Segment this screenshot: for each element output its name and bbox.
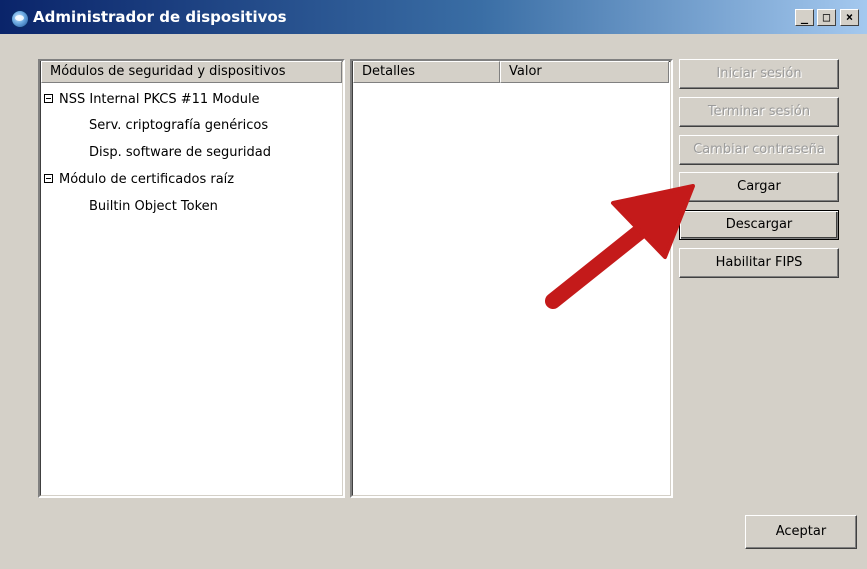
app-globe-icon: [11, 10, 29, 28]
details-column-header[interactable]: Detalles: [353, 61, 500, 83]
value-column-header[interactable]: Valor: [500, 61, 669, 83]
minimize-button[interactable]: _: [795, 9, 814, 26]
enable-fips-button-label: Habilitar FIPS: [715, 255, 803, 270]
login-button[interactable]: Iniciar sesión: [679, 59, 839, 89]
ok-button-label: Aceptar: [775, 524, 827, 539]
title-bar[interactable]: Administrador de dispositivos _ □ ×: [0, 0, 867, 34]
modules-column-header-label: Módulos de seguridad y dispositivos: [50, 64, 286, 79]
change-password-button[interactable]: Cambiar contraseña: [679, 135, 839, 165]
tree-item-label: Disp. software de seguridad: [89, 145, 271, 160]
unload-button[interactable]: Descargar: [679, 210, 839, 240]
window-title: Administrador de dispositivos: [33, 8, 287, 26]
modules-tree-panel[interactable]: Módulos de seguridad y dispositivos NSS …: [38, 59, 345, 498]
collapse-toggle-icon[interactable]: [44, 94, 53, 103]
load-button[interactable]: Cargar: [679, 172, 839, 202]
tree-item-builtin-object-token[interactable]: Builtin Object Token: [89, 195, 218, 219]
logout-button-label: Terminar sesión: [707, 104, 811, 119]
value-column-header-label: Valor: [509, 64, 542, 79]
maximize-button[interactable]: □: [817, 9, 836, 26]
login-button-label: Iniciar sesión: [716, 66, 802, 81]
load-button-label: Cargar: [737, 179, 781, 194]
tree-item-crypto-services[interactable]: Serv. criptografía genéricos: [89, 114, 268, 138]
details-panel[interactable]: Detalles Valor: [350, 59, 673, 498]
details-column-header-label: Detalles: [362, 64, 416, 79]
tree-item-software-security-device[interactable]: Disp. software de seguridad: [89, 141, 271, 165]
enable-fips-button[interactable]: Habilitar FIPS: [679, 248, 839, 278]
unload-button-label: Descargar: [725, 217, 793, 232]
collapse-toggle-icon[interactable]: [44, 174, 53, 183]
logout-button[interactable]: Terminar sesión: [679, 97, 839, 127]
close-button[interactable]: ×: [840, 9, 859, 26]
modules-column-header[interactable]: Módulos de seguridad y dispositivos: [41, 61, 342, 83]
tree-item-label: Serv. criptografía genéricos: [89, 118, 269, 133]
tree-item-label: Módulo de certificados raíz: [59, 172, 235, 187]
tree-item-label: NSS Internal PKCS #11 Module: [59, 92, 260, 107]
tree-item-label: Builtin Object Token: [89, 199, 218, 214]
device-manager-window: Administrador de dispositivos _ □ × Módu…: [0, 0, 867, 569]
change-password-button-label: Cambiar contraseña: [693, 142, 825, 157]
ok-button[interactable]: Aceptar: [745, 515, 857, 549]
